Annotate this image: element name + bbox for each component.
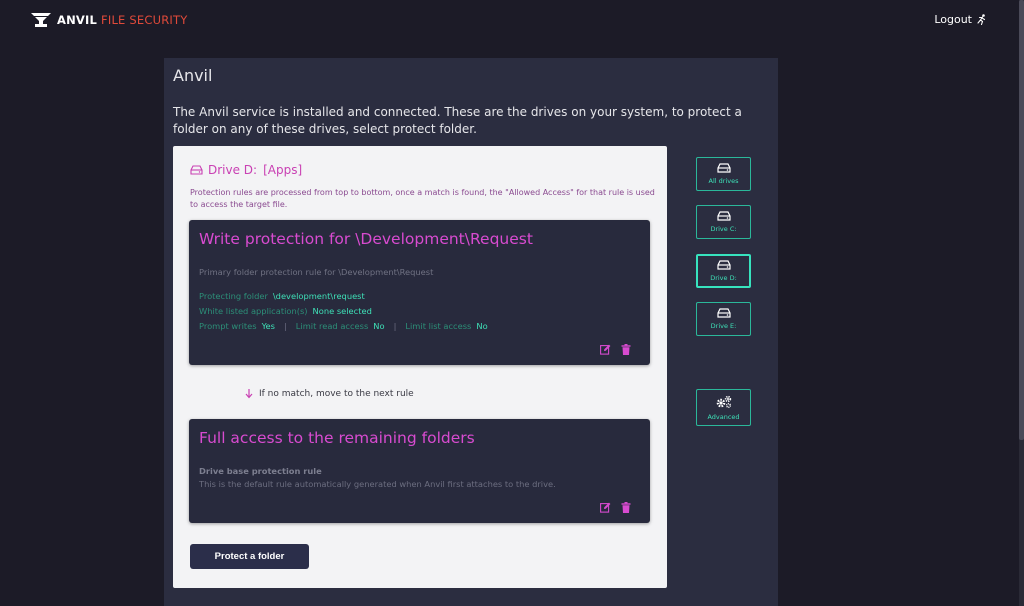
drive-name: Drive D: [208, 163, 258, 177]
logout-button[interactable]: Logout [934, 13, 987, 26]
trash-icon [621, 344, 631, 355]
advanced-button[interactable]: Advanced [696, 389, 751, 426]
arrow-down-icon [245, 389, 253, 399]
rule-description: This is the default rule automatically g… [199, 479, 556, 489]
prompt-writes-value: Yes [261, 321, 275, 331]
hdd-icon [716, 163, 731, 173]
advanced-label: Advanced [707, 412, 740, 421]
rule-actions [590, 344, 631, 355]
page-scrollbar[interactable] [1019, 0, 1024, 606]
app-logo[interactable]: ANVIL FILE SECURITY [31, 12, 187, 28]
edit-rule-button[interactable] [600, 344, 611, 355]
hdd-icon [190, 165, 203, 175]
hdd-icon [716, 308, 731, 318]
rule-card: Write protection for \Development\Reques… [189, 220, 650, 365]
drive-card: Drive D: [Apps] Protection rules are pro… [173, 146, 667, 588]
hdd-icon [716, 260, 731, 270]
intro-text: The Anvil service is installed and conne… [173, 105, 742, 136]
limit-list-label: Limit list access [405, 321, 472, 331]
whitelisted-label: White listed application(s) [199, 306, 308, 316]
edit-icon [600, 344, 611, 355]
brand-primary: ANVIL [57, 13, 98, 27]
rule-subtitle: Drive base protection rule [199, 466, 322, 476]
access-flags-row: Prompt writes Yes | Limit read access No… [199, 321, 488, 331]
trash-icon [621, 502, 631, 513]
drive-label: [Apps] [263, 163, 303, 177]
limit-list-value: No [476, 321, 488, 331]
rule-card: Full access to the remaining folders Dri… [189, 419, 650, 523]
drive-title: Drive D: [Apps] [190, 163, 302, 177]
brand-secondary: FILE SECURITY [101, 13, 188, 27]
sidebar-item-label: All drives [708, 177, 739, 185]
delete-rule-button[interactable] [621, 502, 631, 513]
sidebar-item-drive-c[interactable]: Drive C: [696, 205, 751, 239]
anvil-logo-icon [31, 13, 51, 27]
running-person-icon [977, 14, 986, 25]
gears-icon [716, 395, 731, 408]
protecting-folder-row: Protecting folder \development\request [199, 291, 365, 301]
edit-icon [600, 502, 611, 513]
hdd-icon [716, 211, 731, 221]
rule-actions [590, 502, 631, 513]
next-rule-text: If no match, move to the next rule [259, 389, 414, 399]
top-bar: ANVIL FILE SECURITY Logout [0, 0, 1024, 40]
sidebar-item-label: Drive C: [710, 225, 737, 233]
rule-title: Write protection for \Development\Reques… [199, 230, 533, 248]
whitelisted-value: None selected [312, 306, 372, 316]
separator: | [284, 321, 287, 331]
prompt-writes-label: Prompt writes [199, 321, 257, 331]
rule-description: Primary folder protection rule for \Deve… [199, 267, 434, 277]
limit-read-value: No [373, 321, 385, 331]
sidebar-item-label: Drive D: [710, 274, 737, 282]
next-rule-indicator: If no match, move to the next rule [245, 389, 414, 399]
sidebar-item-label: Drive E: [710, 322, 737, 330]
logout-label: Logout [934, 13, 972, 26]
protecting-folder-label: Protecting folder [199, 291, 268, 301]
delete-rule-button[interactable] [621, 344, 631, 355]
limit-read-label: Limit read access [295, 321, 369, 331]
page-title: Anvil [173, 66, 213, 85]
sidebar-item-drive-d[interactable]: Drive D: [696, 254, 751, 288]
rule-title: Full access to the remaining folders [199, 429, 475, 447]
separator: | [393, 321, 397, 331]
whitelisted-row: White listed application(s) None selecte… [199, 306, 372, 316]
scrollbar-thumb[interactable] [1019, 0, 1024, 440]
sidebar-item-drive-e[interactable]: Drive E: [696, 302, 751, 336]
rules-note: Protection rules are processed from top … [190, 188, 655, 209]
sidebar-item-all-drives[interactable]: All drives [696, 157, 751, 191]
protecting-folder-value: \development\request [272, 291, 365, 301]
protect-folder-button[interactable]: Protect a folder [190, 544, 309, 569]
edit-rule-button[interactable] [600, 502, 611, 513]
main-panel: Anvil The Anvil service is installed and… [164, 58, 778, 606]
